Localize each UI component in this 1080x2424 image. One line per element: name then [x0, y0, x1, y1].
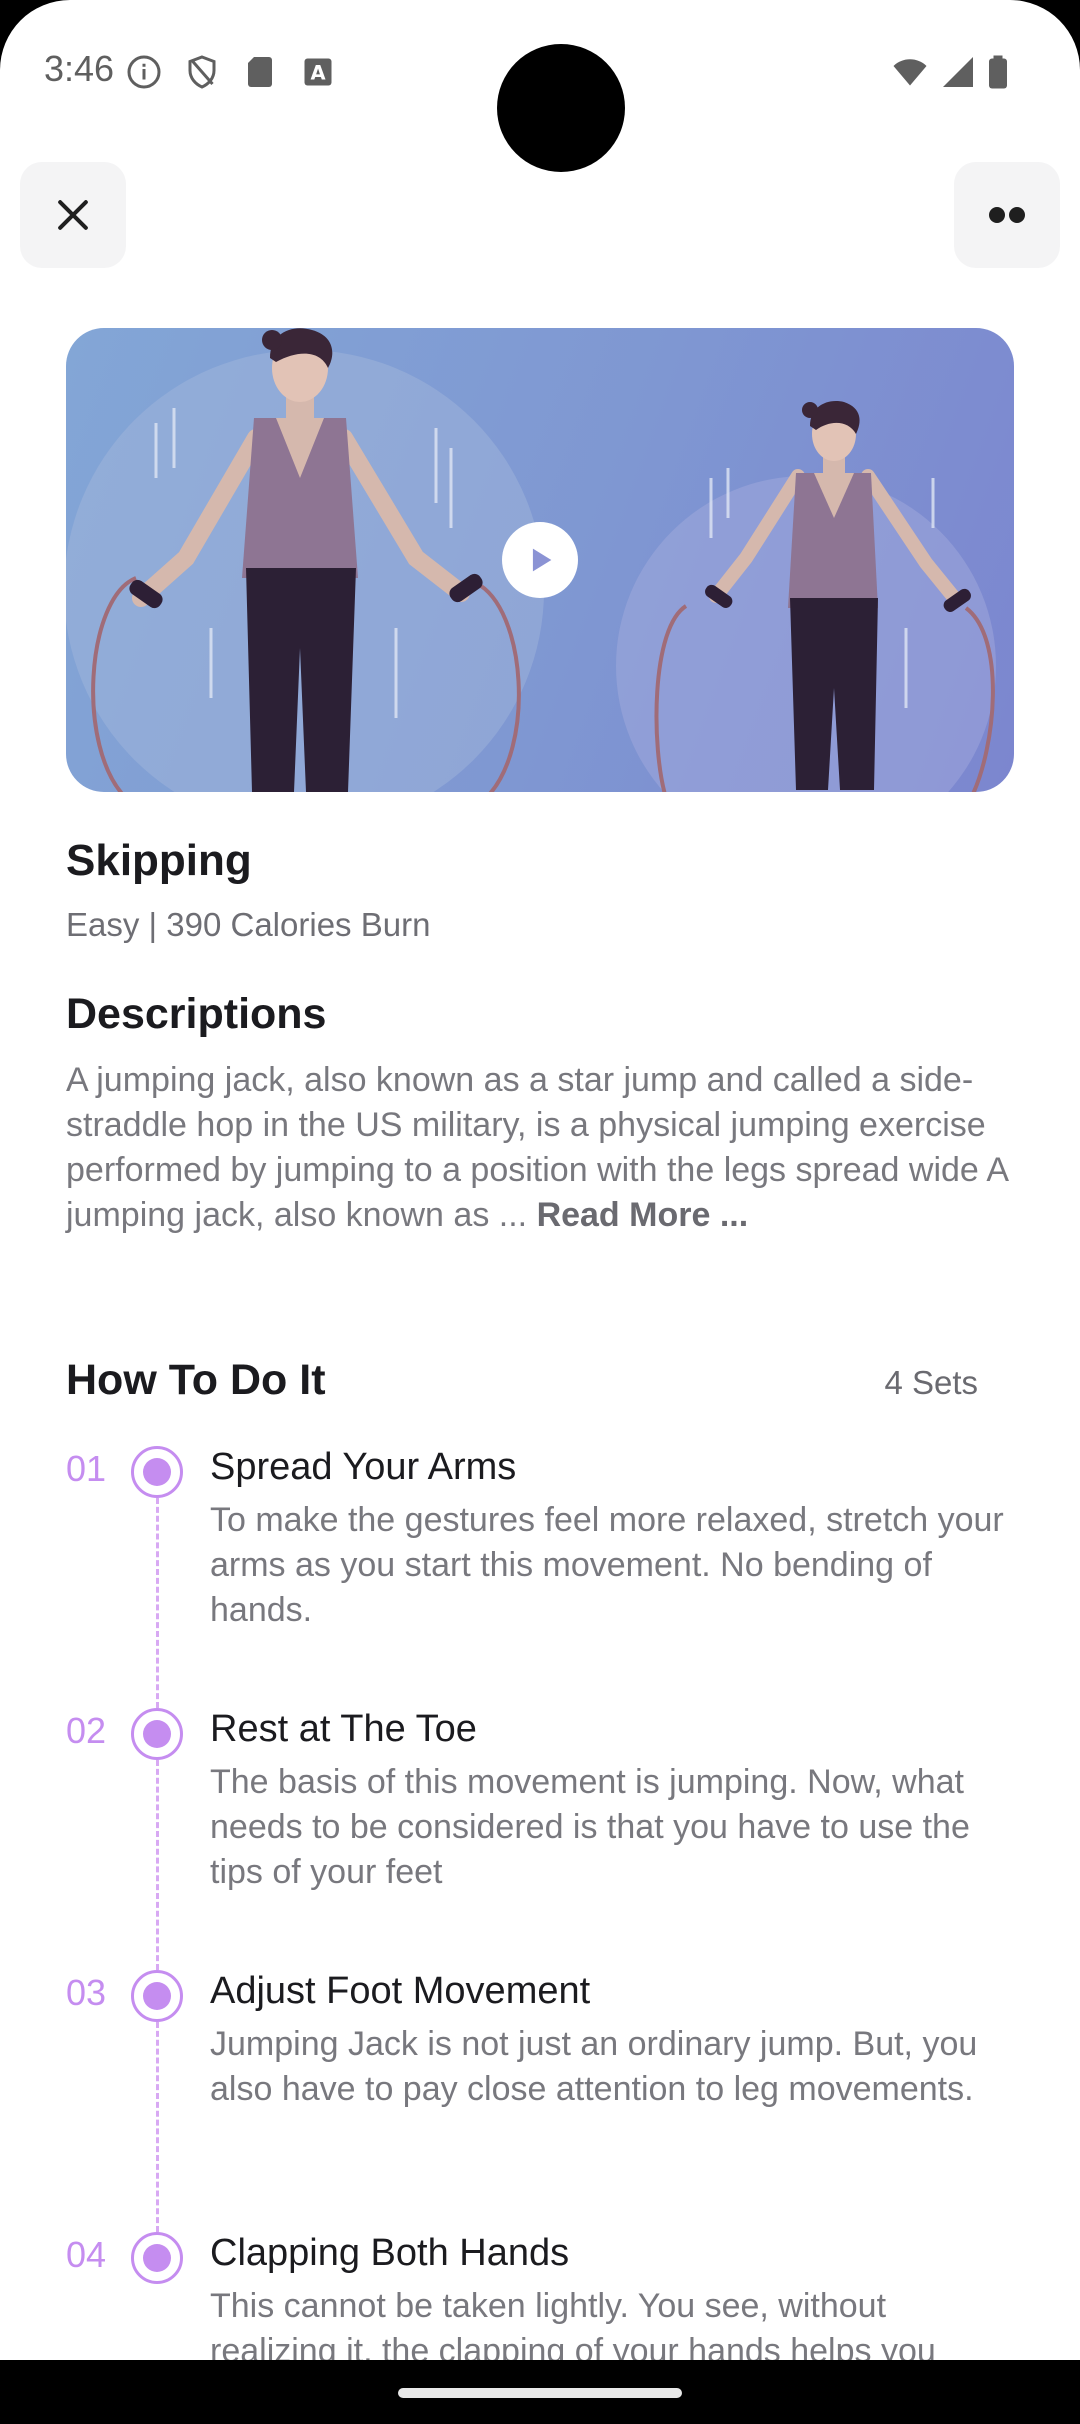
svg-text:A: A: [310, 62, 325, 85]
status-bar: 3:46 A: [0, 0, 1080, 172]
step-connector: [156, 1498, 159, 1708]
step-connector: [156, 2022, 159, 2232]
step-text: The basis of this movement is jumping. N…: [210, 1763, 970, 1891]
app-screen: 3:46 A Skipping Easy | 390 Calories Burn…: [0, 0, 1080, 2360]
signal-icon: [943, 57, 973, 87]
step-marker: [131, 1708, 183, 1760]
exercise-subtitle: Easy | 390 Calories Burn: [66, 906, 431, 943]
sets-count: 4 Sets: [884, 1364, 978, 1401]
step-number: 04: [66, 2234, 107, 2275]
step-number: 01: [66, 1448, 107, 1489]
phone-frame: 3:46 A Skipping Easy | 390 Calories Burn…: [0, 0, 1080, 2424]
step-title: Adjust Foot Movement: [210, 1970, 591, 2012]
step-marker: [131, 1446, 183, 1498]
step-marker: [131, 2232, 183, 2284]
wifi-icon: [893, 59, 927, 86]
step-title: Clapping Both Hands: [210, 2232, 570, 2274]
step-connector: [156, 1760, 159, 1970]
step-text: Jumping Jack is not just an ordinary jum…: [210, 2025, 978, 2108]
text-a-icon: A: [304, 58, 332, 86]
exercise-title: Skipping: [66, 836, 252, 885]
battery-icon: [989, 55, 1007, 89]
more-button[interactable]: [954, 162, 1060, 268]
descriptions-heading: Descriptions: [66, 990, 327, 1038]
step-title: Spread Your Arms: [210, 1446, 517, 1488]
status-time: 3:46: [44, 48, 115, 89]
close-button[interactable]: [20, 162, 126, 268]
info-icon: [127, 55, 161, 89]
close-icon: [58, 200, 88, 230]
sd-card-icon: [248, 57, 272, 87]
step-text: This cannot be taken lightly. You see, w…: [210, 2287, 936, 2360]
step-text: To make the gestures feel more relaxed, …: [210, 1501, 1004, 1629]
camera-cutout: [497, 44, 625, 172]
read-more-link[interactable]: Read More ...: [537, 1196, 749, 1234]
howto-heading: How To Do It: [66, 1356, 326, 1404]
step-number: 03: [66, 1972, 107, 2013]
step-number: 02: [66, 1710, 107, 1751]
step-marker: [131, 1970, 183, 2022]
shield-icon: [188, 55, 216, 89]
gesture-navigation-bar[interactable]: [398, 2388, 682, 2398]
play-button[interactable]: [502, 522, 578, 598]
step-title: Rest at The Toe: [210, 1708, 477, 1750]
more-icon: [989, 207, 1025, 223]
play-icon: [532, 548, 552, 572]
description-text: A jumping jack, also known as a star jum…: [66, 1058, 1016, 1238]
